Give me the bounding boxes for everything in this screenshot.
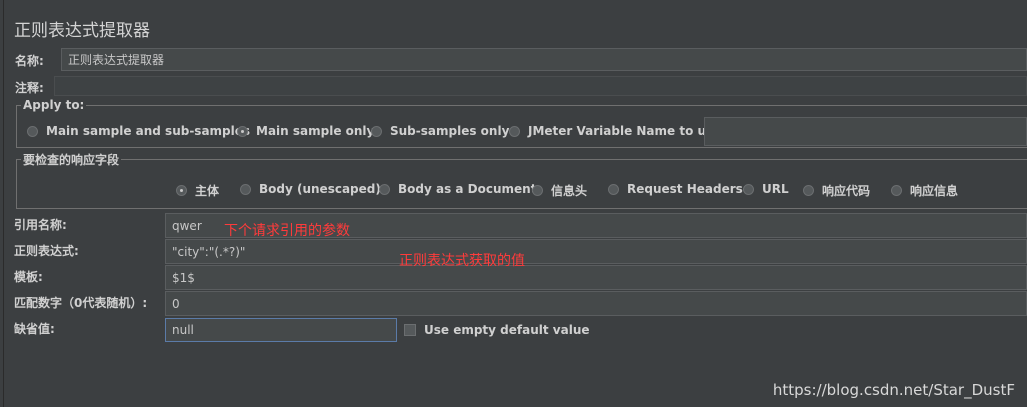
radio-label: Body as a Document bbox=[398, 182, 537, 196]
field-check-legend: 要检查的响应字段 bbox=[23, 153, 120, 167]
apply-jmeter-variable-radio[interactable]: JMeter Variable Name to use bbox=[509, 124, 721, 138]
radio-dot bbox=[240, 183, 251, 195]
radio-label: 主体 bbox=[195, 184, 220, 198]
apply-sub-only-radio[interactable]: Sub-samples only bbox=[371, 124, 509, 138]
radio-dot bbox=[509, 125, 520, 137]
regex-annotation: 正则表达式获取的值 bbox=[399, 253, 525, 269]
radio-label: 响应代码 bbox=[822, 184, 871, 198]
radio-label: Main sample and sub-samples bbox=[46, 124, 251, 138]
radio-dot bbox=[532, 185, 543, 196]
field-body-unescaped-radio[interactable]: Body (unescaped) bbox=[240, 182, 381, 196]
radio-label: 信息头 bbox=[551, 184, 588, 198]
radio-dot bbox=[743, 183, 754, 195]
field-body-radio[interactable]: 主体 bbox=[176, 182, 219, 199]
default-label: 缺省值: bbox=[14, 322, 55, 336]
radio-dot bbox=[379, 183, 390, 195]
radio-dot bbox=[27, 125, 38, 137]
radio-label: JMeter Variable Name to use bbox=[528, 124, 722, 138]
radio-label: 响应信息 bbox=[910, 184, 959, 198]
radio-label: Request Headers bbox=[627, 182, 743, 196]
comment-label: 注释: bbox=[15, 81, 44, 95]
radio-dot bbox=[608, 183, 619, 195]
match-no-value: 0 bbox=[172, 296, 180, 311]
field-request-headers-radio[interactable]: Request Headers bbox=[608, 182, 743, 196]
apply-to-legend: Apply to: bbox=[23, 98, 85, 112]
radio-dot bbox=[803, 185, 814, 196]
template-label: 模板: bbox=[14, 270, 43, 284]
checkbox-label: Use empty default value bbox=[424, 323, 590, 337]
field-url-radio[interactable]: URL bbox=[743, 182, 789, 196]
name-input[interactable]: 正则表达式提取器 bbox=[61, 48, 1027, 71]
regex-input[interactable]: "city":"(.*?)" bbox=[165, 239, 1027, 264]
jmeter-variable-input[interactable] bbox=[704, 117, 1027, 146]
field-response-message-radio[interactable]: 响应信息 bbox=[891, 182, 958, 199]
template-value: $1$ bbox=[172, 270, 195, 285]
default-value: null bbox=[172, 323, 194, 337]
radio-dot bbox=[891, 185, 902, 196]
ref-name-annotation: 下个请求引用的参数 bbox=[224, 223, 350, 239]
panel-title: 正则表达式提取器 bbox=[14, 21, 150, 41]
field-check-group: 要检查的响应字段 bbox=[16, 151, 1027, 209]
default-input[interactable]: null bbox=[165, 318, 397, 342]
radio-dot-selected bbox=[176, 185, 187, 196]
match-no-label: 匹配数字（0代表随机）: bbox=[14, 296, 148, 310]
comment-input[interactable] bbox=[54, 76, 1027, 96]
radio-label: Main sample only bbox=[256, 124, 375, 138]
ref-name-value: qwer bbox=[172, 218, 202, 233]
radio-label: URL bbox=[762, 182, 789, 196]
use-empty-default-checkbox[interactable]: Use empty default value bbox=[404, 323, 590, 337]
name-label: 名称: bbox=[15, 54, 44, 68]
checkbox-box bbox=[404, 324, 416, 336]
field-response-code-radio[interactable]: 响应代码 bbox=[803, 182, 870, 199]
radio-label: Body (unescaped) bbox=[259, 182, 381, 196]
radio-dot bbox=[371, 125, 382, 137]
apply-main-and-sub-radio[interactable]: Main sample and sub-samples bbox=[27, 124, 250, 138]
regex-value: "city":"(.*?)" bbox=[172, 244, 246, 259]
match-no-input[interactable]: 0 bbox=[165, 291, 1027, 316]
radio-dot-selected bbox=[237, 125, 248, 137]
field-headers-radio[interactable]: 信息头 bbox=[532, 182, 587, 199]
name-input-value: 正则表达式提取器 bbox=[68, 53, 165, 67]
field-body-document-radio[interactable]: Body as a Document bbox=[379, 182, 536, 196]
ref-name-label: 引用名称: bbox=[14, 218, 67, 232]
watermark: https://blog.csdn.net/Star_DustF bbox=[772, 381, 1015, 399]
radio-label: Sub-samples only bbox=[390, 124, 510, 138]
template-input[interactable]: $1$ bbox=[165, 265, 1027, 290]
regex-label: 正则表达式: bbox=[14, 244, 79, 258]
apply-main-only-radio[interactable]: Main sample only bbox=[237, 124, 374, 138]
left-border bbox=[3, 0, 4, 407]
